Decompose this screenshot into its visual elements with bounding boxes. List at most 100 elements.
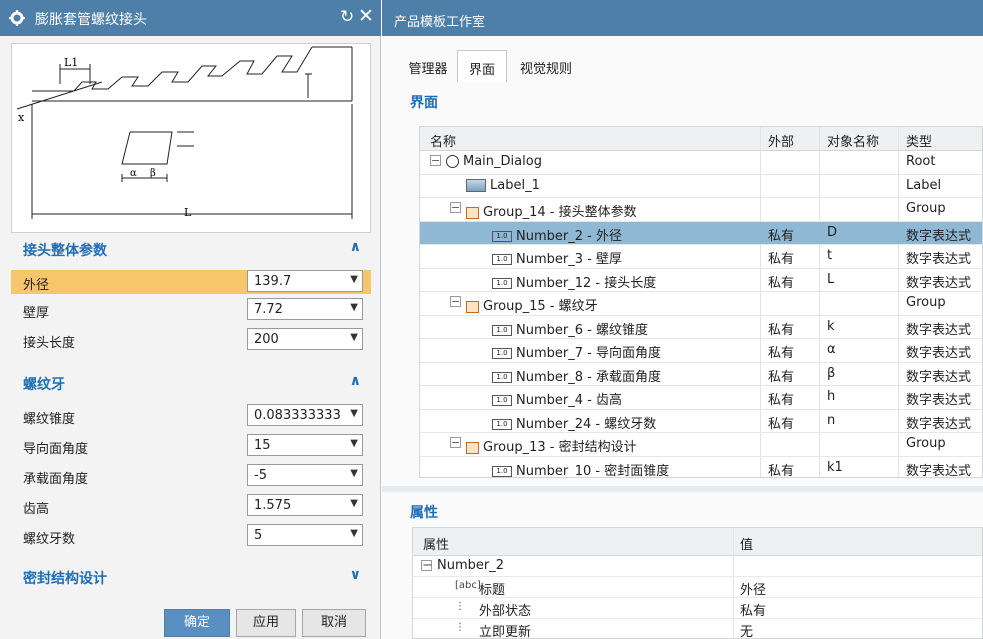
- param-value-field[interactable]: -5 ▼: [247, 464, 363, 486]
- property-row[interactable]: − Number_2: [413, 556, 982, 577]
- tree-row[interactable]: 1.0 Number_8 - 承载面角度 私有 β 数字表达式: [420, 363, 982, 386]
- tree-node-label: Number_10 - 密封面锥度: [516, 463, 670, 478]
- tree-cell-type: 数字表达式: [906, 275, 972, 291]
- param-value: 1.575: [254, 498, 292, 513]
- collapse-toggle-icon[interactable]: −: [430, 155, 441, 166]
- col-header-value: 值: [740, 538, 754, 553]
- tree-row[interactable]: 1.0 Number_4 - 齿高 私有 h 数字表达式: [420, 386, 982, 410]
- dropdown-arrow-icon[interactable]: ▼: [350, 528, 358, 539]
- dropdown-arrow-icon[interactable]: ▼: [350, 274, 358, 285]
- number-icon: 1.0: [492, 324, 512, 336]
- number-icon: 1.0: [492, 230, 512, 242]
- tab-visual-rules[interactable]: 视觉规则: [511, 50, 581, 82]
- tree-cell-object-name: D: [827, 224, 838, 240]
- tree-cell-object-name: k1: [827, 459, 843, 475]
- property-value: 无: [740, 625, 754, 639]
- tree-node-name: 1.0 Number_8 - 承载面角度: [492, 366, 661, 385]
- tree-cell-object-name: L: [827, 271, 835, 287]
- property-row[interactable]: [abc] 标题 外径: [413, 577, 982, 598]
- props-header: 属性 值: [413, 528, 982, 556]
- property-row[interactable]: ⋮ 外部状态 私有: [413, 598, 982, 619]
- tree-cell-type: Group: [906, 436, 946, 451]
- state-icon: ⋮: [455, 601, 465, 612]
- panel-splitter[interactable]: [382, 486, 983, 492]
- properties-table: 属性 值 − Number_2 [abc] 标题 外径 ⋮ 外部状态 私有 ⋮ 立即更新 无: [412, 527, 983, 639]
- studio-title: 产品模板工作室: [394, 15, 486, 30]
- chevron-up-icon[interactable]: ∧: [350, 373, 361, 389]
- tree-row[interactable]: 1.0 Number_6 - 螺纹锥度 私有 k 数字表达式: [420, 316, 982, 339]
- thread-schematic: L1 x L α β: [16, 46, 353, 219]
- chevron-down-icon[interactable]: ∨: [350, 567, 361, 583]
- param-value: 0.083333333: [254, 408, 341, 423]
- tree-node-label: Group_15 - 螺纹牙: [483, 299, 598, 314]
- tree-cell-external: 私有: [768, 322, 795, 338]
- param-label: 壁厚: [23, 306, 50, 321]
- tab-manager[interactable]: 管理器: [399, 50, 457, 82]
- reset-icon[interactable]: ↻: [340, 7, 354, 27]
- collapse-toggle-icon[interactable]: −: [450, 202, 461, 213]
- tree-cell-external: 私有: [768, 346, 795, 361]
- tree-node-label: Number_2 - 外径: [516, 228, 622, 244]
- dropdown-arrow-icon[interactable]: ▼: [350, 438, 358, 449]
- tree-node-name: Main_Dialog: [446, 154, 542, 169]
- param-value-field[interactable]: 139.7 ▼: [247, 270, 363, 292]
- tree-row[interactable]: 1.0 Number_2 - 外径 私有 D 数字表达式: [420, 221, 982, 245]
- collapse-toggle-icon[interactable]: −: [450, 296, 461, 307]
- tree-cell-type: 数字表达式: [906, 346, 972, 361]
- dropdown-arrow-icon[interactable]: ▼: [350, 332, 358, 343]
- param-value-field[interactable]: 1.575 ▼: [247, 494, 363, 516]
- dropdown-arrow-icon[interactable]: ▼: [350, 498, 358, 509]
- chevron-up-icon[interactable]: ∧: [350, 239, 361, 255]
- section-title: 螺纹牙: [23, 377, 65, 393]
- tree-row[interactable]: − Group_15 - 螺纹牙 Group: [420, 292, 982, 316]
- property-row[interactable]: ⋮ 立即更新 无: [413, 619, 982, 639]
- tree-cell-external: 私有: [768, 228, 795, 244]
- tree-row[interactable]: − Group_13 - 密封结构设计 Group: [420, 433, 982, 457]
- section-joint-params[interactable]: 接头整体参数 ∧: [11, 234, 371, 264]
- tree-cell-type: Group: [906, 295, 946, 310]
- param-value-field[interactable]: 200 ▼: [247, 328, 363, 350]
- section-thread-teeth[interactable]: 螺纹牙 ∧: [11, 368, 371, 398]
- dialog-title-bar: 膨胀套管螺纹接头 ↻ ✕: [0, 0, 381, 36]
- tree-node-name: 1.0 Number_4 - 齿高: [492, 389, 622, 408]
- tab-interface[interactable]: 界面: [457, 50, 507, 82]
- param-value-field[interactable]: 0.083333333 ▼: [247, 404, 363, 426]
- studio-title-bar: 产品模板工作室: [382, 0, 983, 36]
- param-value-field[interactable]: 5 ▼: [247, 524, 363, 546]
- tree-row[interactable]: 1.0 Number_24 - 螺纹牙数 私有 n 数字表达式: [420, 410, 982, 433]
- thread-diagram: L1 x L α β: [11, 43, 371, 233]
- dropdown-arrow-icon[interactable]: ▼: [350, 408, 358, 419]
- param-row-joint-length: 接头长度 200 ▼: [11, 328, 371, 352]
- tree-row[interactable]: Label_1 Label: [420, 175, 982, 198]
- cancel-button[interactable]: 取消: [302, 609, 366, 637]
- param-value: -5: [254, 468, 267, 483]
- circle-icon: [446, 155, 459, 168]
- param-row-tooth-height: 齿高 1.575 ▼: [11, 494, 371, 518]
- col-header-external: 外部: [768, 135, 795, 150]
- param-row-thread-taper: 螺纹锥度 0.083333333 ▼: [11, 404, 371, 428]
- apply-button[interactable]: 应用: [236, 609, 296, 637]
- collapse-toggle-icon[interactable]: −: [421, 559, 433, 572]
- tree-cell-external: 私有: [768, 393, 795, 408]
- tree-cell-type: Label: [906, 177, 942, 193]
- tree-row[interactable]: 1.0 Number_10 - 密封面锥度 私有 k1 数字表达式: [420, 457, 982, 478]
- dropdown-arrow-icon[interactable]: ▼: [350, 302, 358, 313]
- ok-button[interactable]: 确定: [164, 609, 230, 637]
- tree-panel-title: 界面: [410, 95, 438, 111]
- state-icon: ⋮: [455, 622, 465, 633]
- tree-row[interactable]: − Main_Dialog Root: [420, 151, 982, 175]
- section-seal-design[interactable]: 密封结构设计 ∨: [11, 562, 371, 592]
- tree-row[interactable]: 1.0 Number_12 - 接头长度 私有 L 数字表达式: [420, 269, 982, 292]
- tree-cell-type: 数字表达式: [906, 393, 972, 408]
- param-value-field[interactable]: 7.72 ▼: [247, 298, 363, 320]
- tree-cell-external: 私有: [768, 463, 795, 478]
- dropdown-arrow-icon[interactable]: ▼: [350, 468, 358, 479]
- tree-cell-external: 私有: [768, 252, 795, 267]
- collapse-toggle-icon[interactable]: −: [450, 437, 461, 448]
- close-icon[interactable]: ✕: [358, 5, 374, 27]
- tree-row[interactable]: 1.0 Number_3 - 壁厚 私有 t 数字表达式: [420, 245, 982, 269]
- diagram-label-alpha: α: [130, 168, 137, 179]
- tree-row[interactable]: − Group_14 - 接头整体参数 Group: [420, 198, 982, 222]
- param-value-field[interactable]: 15 ▼: [247, 434, 363, 456]
- tree-row[interactable]: 1.0 Number_7 - 导向面角度 私有 α 数字表达式: [420, 339, 982, 363]
